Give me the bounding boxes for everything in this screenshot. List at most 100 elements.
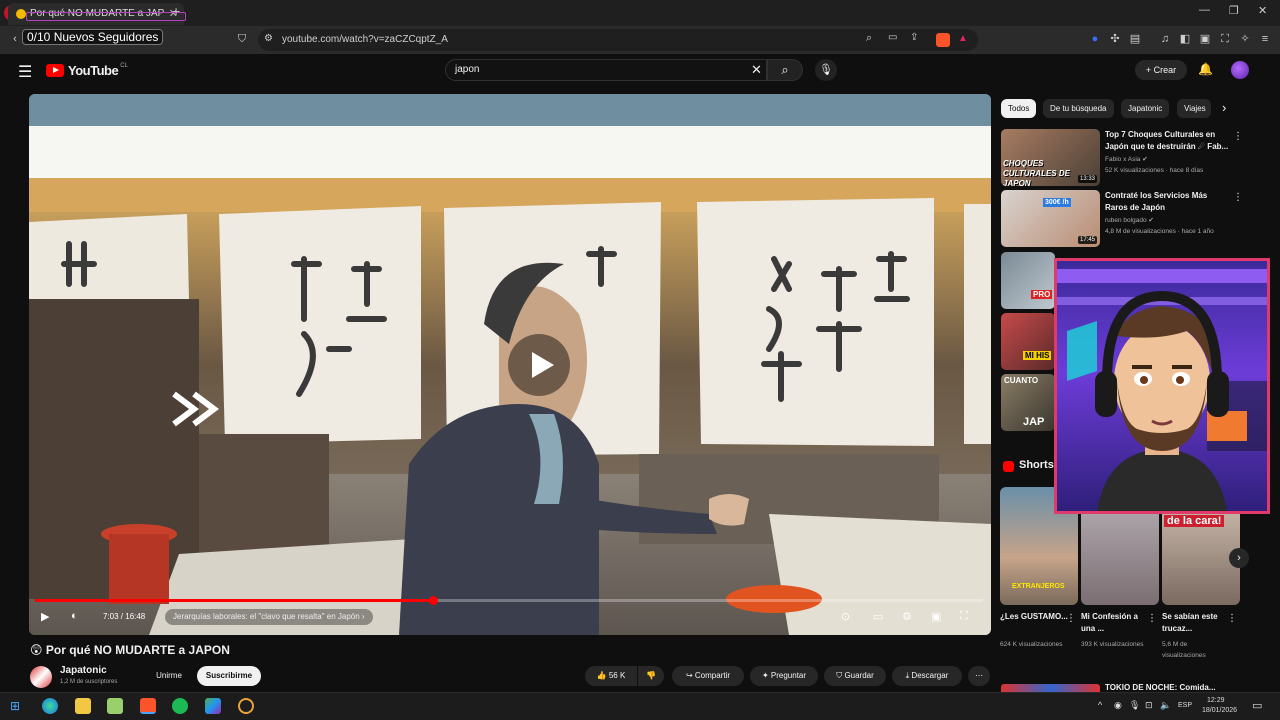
screenshot-icon[interactable]: ⛶ (1218, 32, 1232, 46)
chip-viajes[interactable]: Viajes (1177, 99, 1211, 118)
wallet-icon[interactable]: ▣ (1198, 32, 1212, 46)
back-icon[interactable]: ‹ (8, 32, 22, 46)
cast-icon[interactable]: ▭ (888, 32, 897, 43)
like-button[interactable]: 👍 56 K (585, 666, 637, 686)
short-title[interactable]: Mi Confesión a una ... (1081, 611, 1149, 635)
save-button[interactable]: ⛉ Guardar (824, 666, 886, 686)
share-page-icon[interactable]: ⇪ (910, 32, 918, 43)
ai-icon[interactable]: ✧ (1238, 32, 1252, 46)
share-button[interactable]: ↪ Compartir (672, 666, 744, 686)
brave-rewards-icon[interactable]: ▲ (958, 33, 968, 44)
recommendation-thumbnail[interactable]: CUANTO JAP (1001, 374, 1055, 431)
site-info-icon[interactable]: ⚙ (264, 33, 273, 44)
recommendation-title[interactable]: Contraté los Servicios Más Raros de Japó… (1105, 190, 1229, 214)
recommendation-title[interactable]: TOKIO DE NOCHE: Comida... (1105, 684, 1230, 692)
voice-search-button[interactable]: 🎙 (815, 59, 837, 81)
clear-search-icon[interactable]: ✕ (751, 62, 762, 78)
shorts-next-button[interactable]: › (1229, 548, 1249, 568)
channel-name[interactable]: Japatonic (60, 665, 107, 676)
minimize-icon[interactable]: — (1199, 4, 1210, 16)
play-pause-icon[interactable]: ▶ (41, 610, 49, 623)
chip-from-search[interactable]: De tu búsqueda (1043, 99, 1114, 118)
chip-japatonic[interactable]: Japatonic (1121, 99, 1170, 118)
download-label: Descargar (911, 671, 949, 680)
hamburger-menu-icon[interactable]: ☰ (18, 62, 32, 82)
language-indicator[interactable]: ESP (1178, 702, 1192, 709)
address-bar[interactable]: ⚙ youtube.com/watch?v=zaCZCqptZ_A ⌕ ▭ ⇪ … (258, 29, 978, 51)
channel-avatar[interactable] (30, 666, 52, 688)
subtitles-icon[interactable]: ▭ (873, 610, 883, 623)
chips-next-icon[interactable]: › (1222, 100, 1226, 115)
zoom-icon[interactable]: ⌕ (866, 32, 872, 45)
autoplay-toggle[interactable]: ⊙ (841, 610, 850, 623)
video-player[interactable]: ▶ ◐ 7:03 / 16:48 Jerarquías laborales: e… (29, 94, 991, 635)
windows-start-icon[interactable]: ⊞ (10, 699, 20, 713)
ask-button[interactable]: ✦ Preguntar (750, 666, 818, 686)
short-menu-icon[interactable]: ⋮ (1066, 613, 1076, 624)
clock-date[interactable]: 18/01/2026 (1202, 707, 1237, 714)
chip-todos[interactable]: Todos (1001, 99, 1037, 118)
brave-vpn-icon[interactable]: ● (1088, 32, 1102, 46)
edge-icon[interactable] (42, 698, 58, 714)
short-menu-icon[interactable]: ⋮ (1147, 613, 1157, 624)
brave-browser-icon[interactable] (140, 698, 156, 714)
subscribe-button[interactable]: Suscribirme (197, 666, 261, 686)
media-icon[interactable]: ♫ (1158, 32, 1172, 46)
youtube-logo[interactable]: YouTube CL (46, 63, 128, 78)
join-button[interactable]: Unirme (153, 666, 185, 686)
settings-icon[interactable]: ⚙ (902, 610, 912, 623)
bookmark-icon[interactable]: ⛉ (235, 32, 249, 46)
recommendation-thumbnail[interactable]: PRO (1001, 252, 1055, 309)
chapter-button[interactable]: Jerarquías laborales: el "clavo que resa… (165, 609, 373, 625)
short-menu-icon[interactable]: ⋮ (1227, 613, 1237, 624)
recommendation-menu-icon[interactable]: ⋮ (1233, 131, 1243, 142)
clock-time[interactable]: 12:29 (1207, 697, 1225, 704)
search-input[interactable]: japon ✕ (445, 59, 767, 81)
new-tab-icon[interactable]: + (172, 3, 180, 19)
network-icon[interactable]: ⊡ (1145, 700, 1153, 711)
recommendation-channel[interactable]: ruben bolgado ✔ (1105, 216, 1154, 224)
miniplayer-icon[interactable]: ▣ (931, 610, 941, 623)
short-views: 5,6 M de visualizaciones (1162, 641, 1206, 659)
reader-icon[interactable]: ▤ (1128, 32, 1142, 46)
streaming-app-icon[interactable] (205, 698, 221, 714)
brave-shields-icon[interactable] (936, 33, 950, 47)
spotify-icon[interactable] (172, 698, 188, 714)
save-label: Guardar (844, 671, 874, 680)
create-button[interactable]: + Crear (1135, 60, 1187, 80)
play-button[interactable] (508, 334, 570, 396)
speaker-icon[interactable]: 🔈 (1160, 700, 1171, 711)
recommendation-title[interactable]: Top 7 Choques Culturales en Japón que te… (1105, 129, 1229, 153)
recommendation-thumbnail[interactable]: CHOQUES CULTURALES DE JAPON 13:33 (1001, 129, 1100, 186)
sidebar-toggle-icon[interactable]: ◧ (1178, 32, 1192, 46)
search-button[interactable]: ⌕ (767, 59, 803, 81)
short-title[interactable]: ¿Les GUSTAMO... (1000, 611, 1068, 623)
follower-goal-overlay: 0/10 Nuevos Seguidores (22, 29, 164, 45)
notifications-icon[interactable]: ▭ (1252, 699, 1262, 712)
notepad-icon[interactable] (107, 698, 123, 714)
window-close-icon[interactable]: ✕ (1258, 4, 1267, 17)
microphone-tray-icon[interactable]: 🎙 (1129, 700, 1140, 711)
extensions-icon[interactable]: ✣ (1108, 32, 1122, 46)
tray-overflow-icon[interactable]: ^ (1098, 700, 1102, 710)
browser-menu-icon[interactable]: ≡ (1258, 32, 1272, 46)
dislike-button[interactable]: 👎 (638, 666, 664, 686)
recommendation-thumbnail[interactable] (1001, 684, 1100, 692)
fullscreen-icon[interactable]: ⛶ (960, 610, 968, 623)
user-avatar[interactable] (1231, 61, 1249, 79)
tray-app-icon[interactable]: ◉ (1114, 700, 1122, 711)
recommendation-thumbnail[interactable]: 300€ /h 17:45 (1001, 190, 1100, 247)
restore-icon[interactable]: ❐ (1229, 4, 1239, 17)
volume-icon[interactable]: ◐ (71, 610, 78, 622)
recommendation-channel[interactable]: Fabio x Asia ✔ (1105, 155, 1148, 163)
short-views: 393 K visualizaciones (1081, 641, 1144, 648)
short-title[interactable]: Se sabían este trucaz... (1162, 611, 1230, 635)
notifications-bell-icon[interactable]: 🔔 (1198, 62, 1213, 76)
more-actions-button[interactable]: ⋯ (968, 666, 990, 686)
obs-icon[interactable] (238, 698, 254, 714)
file-explorer-icon[interactable] (75, 698, 91, 714)
recommendation-menu-icon[interactable]: ⋮ (1233, 192, 1243, 203)
download-button[interactable]: ⤓ Descargar (892, 666, 962, 686)
progress-bar[interactable] (35, 596, 983, 605)
recommendation-thumbnail[interactable]: MI HIS (1001, 313, 1055, 370)
